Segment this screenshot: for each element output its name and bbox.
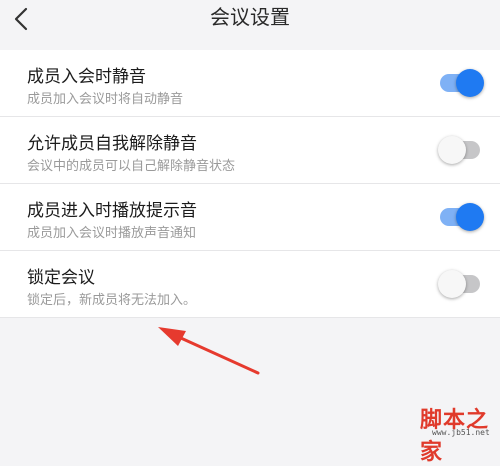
setting-mute-on-join[interactable]: 成员入会时静音 成员加入会议时将自动静音 xyxy=(0,50,500,117)
setting-join-chime[interactable]: 成员进入时播放提示音 成员加入会议时播放声音通知 xyxy=(0,184,500,251)
toggle-knob xyxy=(438,270,466,298)
toggle-knob xyxy=(456,69,484,97)
baidu-watermark-logo xyxy=(320,384,430,428)
setting-subtitle: 成员加入会议时播放声音通知 xyxy=(27,226,197,241)
self-unmute-toggle[interactable] xyxy=(438,136,484,164)
setting-subtitle: 成员加入会议时将自动静音 xyxy=(27,92,184,107)
setting-self-unmute[interactable]: 允许成员自我解除静音 会议中的成员可以自己解除静音状态 xyxy=(0,117,500,184)
setting-lock-meeting[interactable]: 锁定会议 锁定后，新成员将无法加入。 xyxy=(0,251,500,318)
page-title: 会议设置 xyxy=(210,5,290,29)
join-chime-toggle[interactable] xyxy=(438,203,484,231)
setting-title: 允许成员自我解除静音 xyxy=(27,134,197,154)
toggle-knob xyxy=(438,136,466,164)
nav-bar: 会议设置 xyxy=(0,0,500,50)
setting-subtitle: 锁定后，新成员将无法加入。 xyxy=(27,293,197,308)
setting-title: 成员入会时静音 xyxy=(27,67,146,87)
lock-meeting-toggle[interactable] xyxy=(438,270,484,298)
mute-on-join-toggle[interactable] xyxy=(438,69,484,97)
site-watermark-url: www.jb51.net xyxy=(432,428,490,437)
setting-subtitle: 会议中的成员可以自己解除静音状态 xyxy=(27,159,236,174)
setting-title: 成员进入时播放提示音 xyxy=(27,201,197,221)
settings-list: 成员入会时静音 成员加入会议时将自动静音 允许成员自我解除静音 会议中的成员可以… xyxy=(0,50,500,318)
toggle-knob xyxy=(456,203,484,231)
setting-title: 锁定会议 xyxy=(27,268,95,288)
